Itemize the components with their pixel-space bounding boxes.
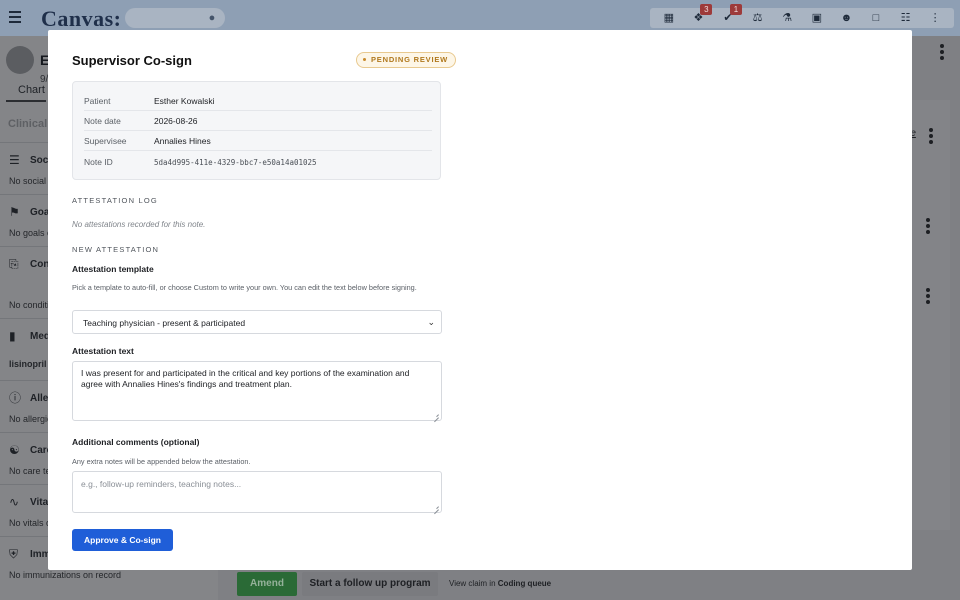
- attestation-text-field[interactable]: I was present for and participated in th…: [72, 361, 442, 421]
- inbox-check-icon[interactable]: ✔ 1: [720, 4, 742, 26]
- tab-chart[interactable]: Chart: [18, 84, 45, 96]
- supervisee-value: Annalies Hines: [154, 136, 211, 146]
- new-attestation-heading: NEW ATTESTATION: [72, 245, 160, 254]
- note-date-value: 2026-08-26: [154, 116, 198, 126]
- note-more-icon[interactable]: [929, 128, 933, 146]
- user-search-icon: ●: [208, 12, 216, 24]
- section-empty-text: No vitals o: [9, 518, 52, 528]
- social-icon: ☰: [9, 153, 20, 167]
- care-team-icon: ☯: [9, 443, 20, 457]
- attestation-log-empty: No attestations recorded for this note.: [72, 220, 206, 229]
- flag-icon: ⚑: [9, 205, 20, 219]
- info-row-supervisee: Supervisee Annalies Hines: [84, 131, 432, 151]
- info-row-note-date: Note date 2026-08-26: [84, 111, 432, 131]
- tab-active-indicator: [6, 100, 46, 102]
- hamburger-menu-icon[interactable]: [9, 11, 21, 23]
- clipboard-icon: ⎘: [9, 257, 19, 271]
- resize-handle-icon[interactable]: [433, 504, 439, 510]
- patient-search-input[interactable]: ●: [125, 8, 225, 28]
- image-icon[interactable]: ▣: [809, 10, 825, 26]
- avatar: [6, 46, 34, 74]
- info-label: Note date: [84, 116, 121, 126]
- attestation-text-value: I was present for and participated in th…: [81, 368, 410, 389]
- inbox-badge: 1: [729, 4, 742, 15]
- info-label: Supervisee: [84, 136, 127, 146]
- pulse-icon: ∿: [9, 495, 20, 509]
- tasks-icon[interactable]: ❖ 3: [690, 4, 713, 26]
- alert-circle-icon: ⓘ: [9, 391, 22, 405]
- status-badge-label: PENDING REVIEW: [371, 55, 449, 64]
- info-row-note-id: Note ID 5da4d995-411e-4329-bbc7-e50a14a0…: [84, 152, 432, 172]
- info-label: Patient: [84, 96, 111, 106]
- apps-grid-icon[interactable]: ☷: [898, 10, 914, 26]
- chevron-down-icon: ⌄: [427, 317, 435, 327]
- comments-field[interactable]: e.g., follow-up reminders, teaching note…: [72, 471, 442, 513]
- comments-placeholder: e.g., follow-up reminders, teaching note…: [81, 479, 242, 489]
- section-empty-text: No goals o: [9, 228, 53, 238]
- row-more-icon[interactable]: [926, 288, 930, 306]
- top-toolbar: ▦ ❖ 3 ✔ 1 ⚖ ⚗ ▣ ☻ □ ☷ ⋮: [650, 4, 954, 28]
- status-badge: PENDING REVIEW: [356, 52, 457, 68]
- app-logo[interactable]: Canvas:: [41, 6, 122, 32]
- more-vertical-icon[interactable]: ⋮: [927, 10, 943, 26]
- shield-icon: ⛨: [9, 547, 19, 561]
- attestation-log-heading: ATTESTATION LOG: [72, 196, 158, 205]
- section-empty-text: No care te: [9, 466, 51, 476]
- template-hint: Pick a template to auto-fill, or choose …: [72, 283, 417, 292]
- note-id-value: 5da4d995-411e-4329-bbc7-e50a14a01025: [154, 158, 317, 167]
- comments-hint: Any extra notes will be appended below t…: [72, 457, 251, 466]
- scale-icon[interactable]: ⚖: [750, 10, 766, 26]
- coding-queue-link[interactable]: Coding queue: [498, 579, 551, 588]
- attestation-text-label: Attestation text: [72, 346, 134, 356]
- calendar-icon[interactable]: ▦: [661, 10, 677, 26]
- section-empty-text: No conditi: [9, 300, 50, 310]
- attestation-template-select[interactable]: Teaching physician - present & participa…: [72, 310, 442, 334]
- amend-button[interactable]: Amend: [237, 572, 297, 596]
- template-label: Attestation template: [72, 264, 154, 274]
- tasks-badge: 3: [700, 4, 713, 15]
- section-empty-text: No allergie: [9, 414, 53, 424]
- patient-value: Esther Kowalski: [154, 96, 215, 106]
- start-follow-up-button[interactable]: Start a follow up program: [302, 572, 438, 596]
- medication-icon: ▮: [9, 329, 16, 343]
- resize-handle-icon[interactable]: [433, 412, 439, 418]
- comments-label: Additional comments (optional): [72, 437, 200, 447]
- view-claim-text: View claim in Coding queue: [449, 579, 551, 588]
- row-more-icon[interactable]: [926, 218, 930, 236]
- info-row-patient: Patient Esther Kowalski: [84, 91, 432, 111]
- claim-prefix: View claim in: [449, 579, 496, 588]
- person-icon[interactable]: ☻: [838, 10, 854, 26]
- flask-icon[interactable]: ⚗: [779, 10, 795, 26]
- status-dot-icon: [363, 57, 366, 61]
- supervisor-cosign-modal: Supervisor Co-sign PENDING REVIEW Patien…: [48, 30, 912, 570]
- modal-title: Supervisor Co-sign: [72, 53, 192, 68]
- template-selected-value: Teaching physician - present & participa…: [83, 318, 246, 328]
- section-empty-text: No immunizations on record: [9, 570, 122, 580]
- info-label: Note ID: [84, 157, 113, 167]
- page-more-icon[interactable]: [940, 44, 944, 62]
- note-info-box: Patient Esther Kowalski Note date 2026-0…: [72, 81, 441, 180]
- approve-cosign-button[interactable]: Approve & Co-sign: [72, 529, 173, 551]
- document-icon[interactable]: □: [868, 10, 884, 26]
- section-empty-text: No social c: [9, 176, 54, 186]
- clinical-label: Clinical: [8, 118, 48, 130]
